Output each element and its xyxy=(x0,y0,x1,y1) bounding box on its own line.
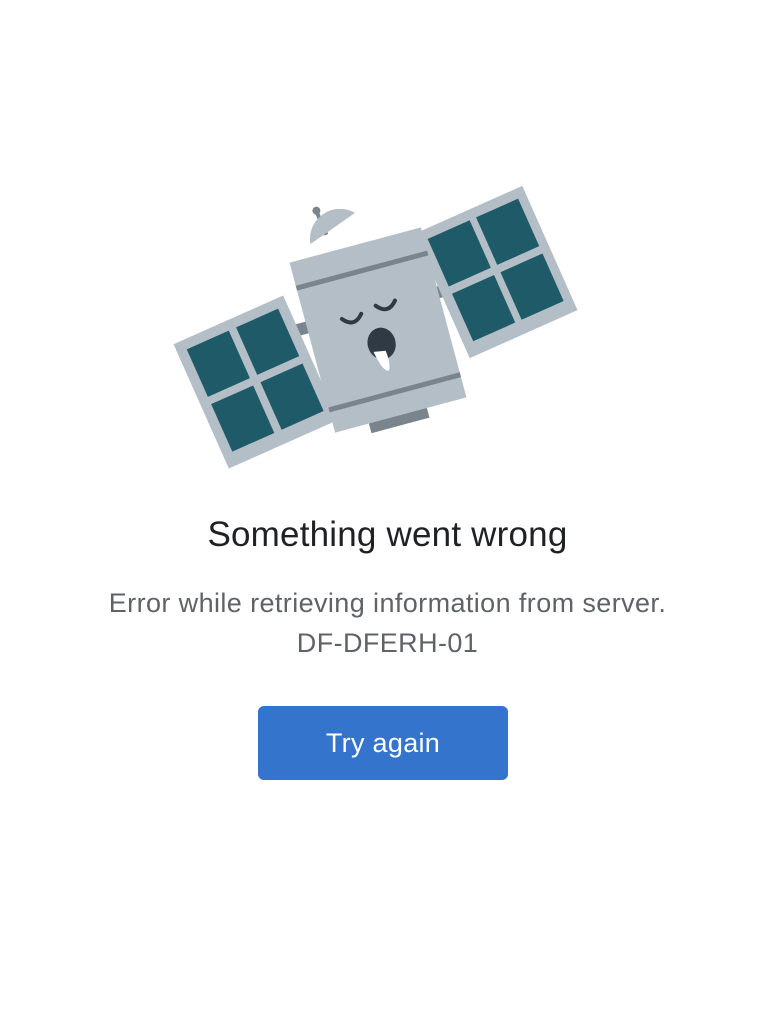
error-screen: Something went wrong Error while retriev… xyxy=(0,0,775,1024)
error-title: Something went wrong xyxy=(207,515,568,554)
antenna-dish xyxy=(309,206,355,245)
error-message-block: Error while retrieving information from … xyxy=(0,583,775,663)
error-message: Error while retrieving information from … xyxy=(108,588,667,618)
error-code: DF-DFERH-01 xyxy=(296,628,479,658)
try-again-button[interactable]: Try again xyxy=(258,706,508,780)
satellite-illustration xyxy=(0,0,775,500)
